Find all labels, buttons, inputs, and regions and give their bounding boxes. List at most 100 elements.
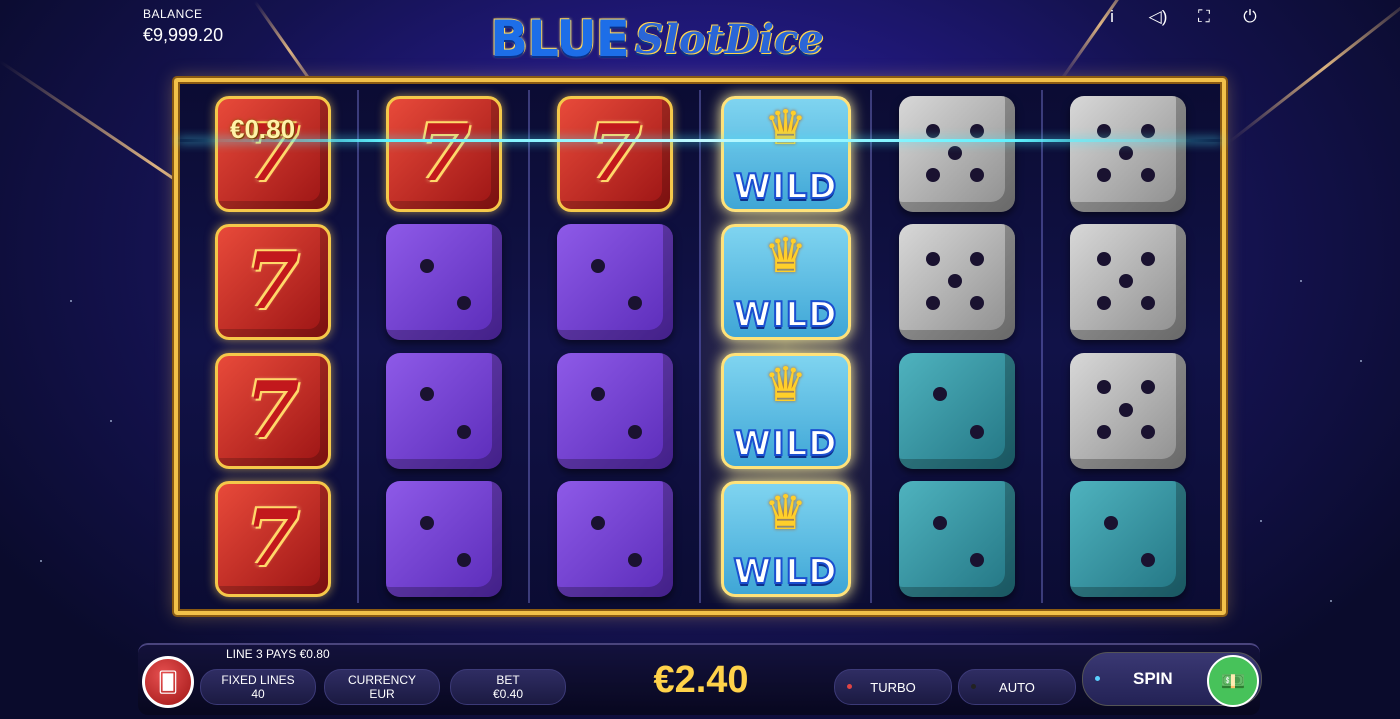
seven-symbol: 7	[214, 224, 331, 341]
wild-symbol: ♛ WILD	[720, 352, 851, 469]
wild-symbol: ♛ WILD	[720, 96, 851, 213]
reel-2: 7	[359, 90, 530, 603]
die-pip	[591, 259, 606, 274]
top-toolbar: i ◁) ⛶ ⏻	[1102, 6, 1260, 28]
die-pip	[1104, 515, 1119, 530]
star	[70, 300, 72, 302]
die-pip	[1097, 380, 1112, 395]
seven-glyph: 7	[245, 236, 300, 328]
win-amount-label: €0.80	[230, 114, 296, 144]
die-pip	[1119, 274, 1134, 289]
seven-symbol: 7	[214, 480, 331, 597]
die-pip	[457, 296, 472, 311]
purple-die-2-symbol	[385, 480, 502, 597]
wild-symbol: ♛ WILD	[720, 480, 851, 597]
die-pip	[1141, 552, 1156, 567]
auto-indicator-icon	[971, 684, 976, 689]
crown-icon: ♛	[763, 358, 808, 412]
reel-6	[1043, 90, 1212, 603]
seven-symbol: 7	[556, 96, 673, 213]
auto-toggle[interactable]: AUTO	[958, 669, 1076, 705]
seven-glyph: 7	[587, 108, 642, 200]
spin-label: SPIN	[1133, 669, 1173, 688]
currency-selector[interactable]: CURRENCY EUR	[324, 669, 440, 705]
star	[1260, 520, 1262, 522]
turbo-indicator-icon	[847, 684, 852, 689]
die-pip	[926, 296, 941, 311]
gamble-card-button[interactable]: 🂠	[142, 656, 194, 708]
die-pip	[628, 552, 643, 567]
teal-die-2-symbol	[898, 480, 1015, 597]
star	[1300, 280, 1302, 282]
logo-word-blue: BLUE	[490, 10, 630, 68]
die-pip	[591, 515, 606, 530]
reel-1: 7777	[188, 90, 359, 603]
balance-label: BALANCE	[143, 7, 203, 21]
gray-die-5-symbol	[1069, 96, 1186, 213]
gray-die-5-symbol	[898, 224, 1015, 341]
reel-3: 7	[530, 90, 701, 603]
purple-die-2-symbol	[556, 480, 673, 597]
die-pip	[1097, 296, 1112, 311]
teal-die-2-symbol	[1069, 480, 1186, 597]
reel-4: ♛ WILD ♛ WILD ♛ WILD ♛ WILD	[701, 90, 872, 603]
die-pip	[970, 296, 985, 311]
die-pip	[1119, 402, 1134, 417]
balance-display: BALANCE €9,999.20	[143, 7, 223, 46]
die-pip	[926, 168, 941, 183]
turbo-toggle[interactable]: TURBO	[834, 669, 952, 705]
wild-symbol: ♛ WILD	[720, 224, 851, 341]
seven-glyph: 7	[245, 492, 300, 584]
sound-icon[interactable]: ◁)	[1148, 6, 1168, 28]
wild-label: WILD	[732, 551, 838, 593]
bet-label: BET	[496, 673, 520, 687]
die-pip	[970, 123, 985, 138]
reels-grid: 7 7 7 7 7 7 ♛ WILD ♛ WILD ♛ WILD ♛ WILD	[188, 90, 1212, 603]
fixed-lines-label: FIXED LINES	[221, 673, 295, 687]
currency-value: EUR	[369, 687, 395, 701]
die-pip	[457, 552, 472, 567]
die-pip	[1141, 296, 1156, 311]
cards-icon: 🂠	[157, 671, 179, 694]
reel-frame: 7 7 7 7 7 7 ♛ WILD ♛ WILD ♛ WILD ♛ WILD €0.80	[174, 78, 1226, 615]
fullscreen-icon[interactable]: ⛶	[1194, 6, 1214, 28]
seven-symbol: 7	[214, 352, 331, 469]
gray-die-5-symbol	[898, 96, 1015, 213]
game-logo: BLUE SlotDice	[490, 6, 910, 72]
purple-die-2-symbol	[556, 224, 673, 341]
balance-value: €9,999.20	[143, 25, 224, 45]
seven-glyph: 7	[245, 364, 300, 456]
fixed-lines-display: FIXED LINES 40	[200, 669, 316, 705]
seven-glyph: 7	[416, 108, 471, 200]
die-pip	[970, 552, 985, 567]
die-pip	[933, 515, 948, 530]
teal-die-2-symbol	[898, 352, 1015, 469]
power-icon[interactable]: ⏻	[1240, 6, 1260, 28]
crown-icon: ♛	[763, 486, 808, 540]
crown-icon: ♛	[763, 102, 808, 156]
die-pip	[420, 387, 435, 402]
spin-indicator-icon	[1095, 676, 1100, 681]
die-pip	[1097, 252, 1112, 267]
purple-die-2-symbol	[556, 352, 673, 469]
bet-selector[interactable]: BET €0.40	[450, 669, 566, 705]
auto-label: AUTO	[999, 679, 1035, 695]
star	[110, 420, 112, 422]
star	[1330, 600, 1332, 602]
spin-button[interactable]: SPIN 💵	[1082, 652, 1262, 707]
win-message: LINE 3 PAYS €0.80	[226, 647, 330, 661]
die-pip	[1141, 168, 1156, 183]
gray-die-5-symbol	[1069, 224, 1186, 341]
turbo-label: TURBO	[870, 679, 916, 695]
die-pip	[628, 424, 643, 439]
info-icon[interactable]: i	[1102, 6, 1122, 28]
die-pip	[1097, 123, 1112, 138]
gray-die-5-symbol	[1069, 352, 1186, 469]
win-line	[178, 139, 1222, 142]
die-pip	[628, 296, 643, 311]
crown-icon: ♛	[763, 230, 808, 284]
star	[40, 560, 42, 562]
die-pip	[970, 168, 985, 183]
star	[1360, 360, 1362, 362]
reel-5	[872, 90, 1043, 603]
